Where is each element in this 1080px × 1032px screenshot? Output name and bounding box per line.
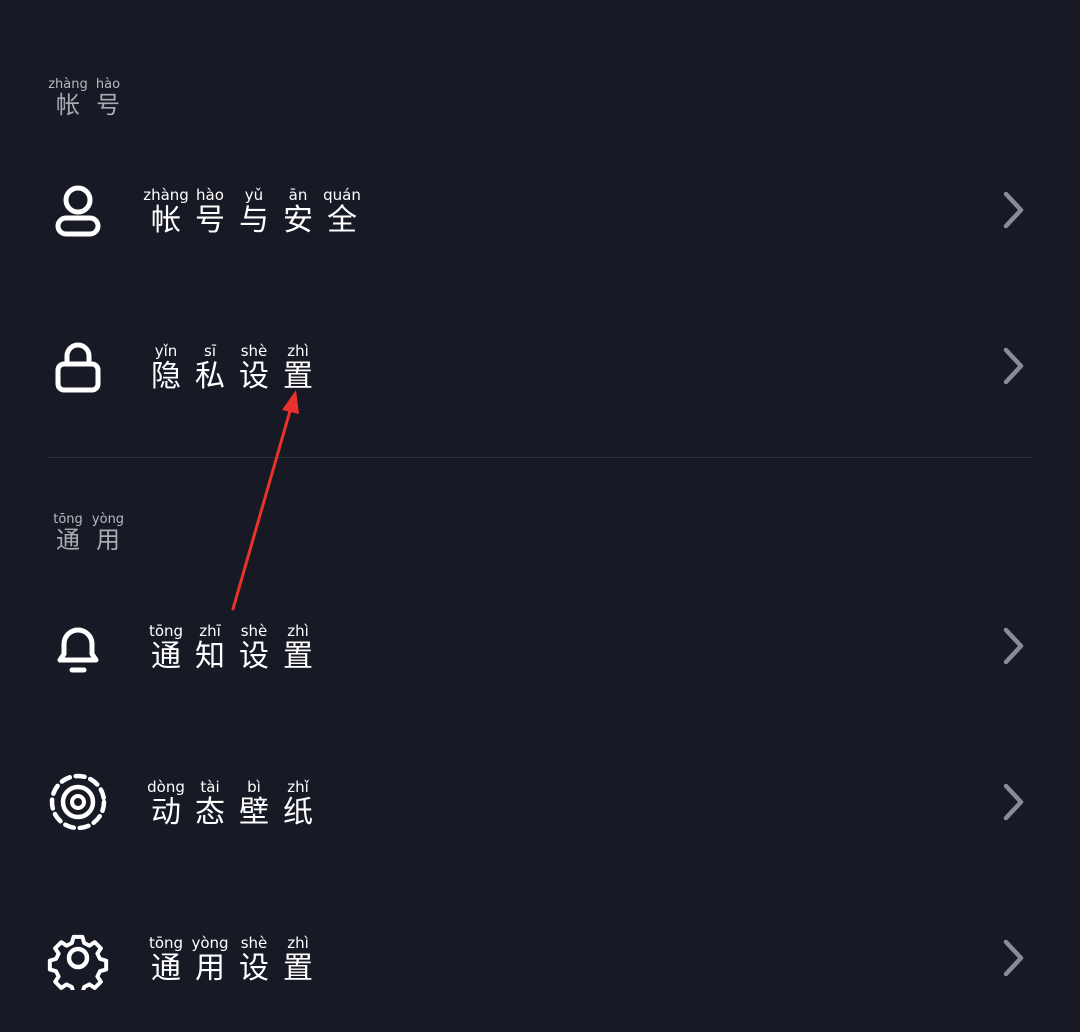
gear-icon [47, 934, 109, 990]
pinyin: tài [200, 778, 220, 796]
chevron-right-icon [1003, 783, 1024, 821]
hanzi: 号 [96, 91, 120, 119]
row-label: tōng 通 zhī 知 shè 设 zhì 置 [144, 624, 320, 672]
hanzi: 通 [151, 951, 181, 986]
hanzi: 设 [239, 359, 269, 394]
hanzi: 知 [195, 639, 225, 674]
ruby-char: hào 号 [188, 188, 232, 236]
pinyin: tōng [148, 934, 184, 952]
row-label: dòng 动 tài 态 bì 壁 zhǐ 纸 [144, 780, 320, 828]
row-label: tōng 通 yòng 用 shè 设 zhì 置 [144, 936, 320, 984]
pinyin: shè [240, 342, 268, 360]
pinyin: hào [95, 77, 121, 92]
ruby-char: zhì 置 [276, 936, 320, 984]
pinyin: bì [247, 778, 261, 796]
ruby-char: zhì 置 [276, 624, 320, 672]
pinyin: quán [323, 186, 361, 204]
section-divider [48, 457, 1032, 458]
hanzi: 动 [151, 795, 181, 830]
hanzi: 纸 [283, 795, 313, 830]
pinyin: yòng [191, 934, 229, 952]
settings-screen: zhàng 帐 hào 号 zhàng 帐 hào 号 yǔ 与 ān 安 quán 全 [0, 0, 1080, 1032]
row-label: yǐn 隐 sī 私 shè 设 zhì 置 [144, 344, 320, 392]
hanzi: 帐 [151, 203, 181, 238]
ruby-char: yòng 用 [88, 513, 128, 552]
chevron-right-icon [1003, 627, 1024, 665]
ruby-char: zhī 知 [188, 624, 232, 672]
hanzi: 与 [239, 203, 269, 238]
person-icon [55, 185, 101, 237]
hanzi: 全 [327, 203, 357, 238]
pinyin: hào [196, 186, 224, 204]
row-label: zhàng 帐 hào 号 yǔ 与 ān 安 quán 全 [143, 186, 364, 238]
pinyin: tōng [148, 622, 184, 640]
hanzi: 号 [195, 203, 225, 238]
pinyin: yǐn [154, 342, 178, 360]
ruby-char: zhàng 帐 [143, 186, 189, 238]
ruby-char: yǔ 与 [232, 188, 276, 236]
ruby-char: yǐn 隐 [144, 344, 188, 392]
hanzi: 安 [283, 203, 313, 238]
hanzi: 通 [151, 639, 181, 674]
bell-icon [57, 627, 99, 673]
ruby-char: tōng 通 [144, 936, 188, 984]
chevron-right-icon [1003, 939, 1024, 977]
settings-row-account-security[interactable]: zhàng 帐 hào 号 yǔ 与 ān 安 quán 全 [0, 150, 1080, 270]
pinyin: tōng [53, 512, 83, 527]
ruby-char: yòng 用 [188, 936, 232, 984]
live-wallpaper-icon [49, 773, 107, 831]
ruby-char: bì 壁 [232, 780, 276, 828]
lock-icon [55, 342, 101, 393]
hanzi: 设 [239, 639, 269, 674]
ruby-char: dòng 动 [144, 780, 188, 828]
chevron-right-icon [1003, 347, 1024, 385]
pinyin: dòng [147, 778, 185, 796]
ruby-char: tōng 通 [144, 624, 188, 672]
ruby-char: tài 态 [188, 780, 232, 828]
pinyin: zhàng [143, 186, 189, 204]
settings-row-privacy[interactable]: yǐn 隐 sī 私 shè 设 zhì 置 [0, 306, 1080, 426]
ruby-char: quán 全 [320, 188, 364, 236]
ruby-char: shè 设 [232, 624, 276, 672]
hanzi: 通 [56, 526, 80, 554]
ruby-char: shè 设 [232, 936, 276, 984]
settings-row-general[interactable]: tōng 通 yòng 用 shè 设 zhì 置 [0, 898, 1080, 1018]
pinyin: zhī [199, 622, 221, 640]
ruby-char: ān 安 [276, 188, 320, 236]
hanzi: 置 [283, 639, 313, 674]
pinyin: zhì [287, 622, 309, 640]
ruby-char: tōng 通 [48, 513, 88, 552]
ruby-char: zhì 置 [276, 344, 320, 392]
pinyin: zhì [287, 934, 309, 952]
pinyin: zhǐ [287, 778, 309, 796]
pinyin: sī [204, 342, 216, 360]
hanzi: 置 [283, 359, 313, 394]
section-header-general: tōng 通 yòng 用 [48, 513, 128, 552]
hanzi: 用 [195, 951, 225, 986]
settings-row-notifications[interactable]: tōng 通 zhī 知 shè 设 zhì 置 [0, 586, 1080, 706]
pinyin: zhàng [48, 77, 88, 92]
ruby-char: hào 号 [88, 78, 128, 117]
hanzi: 设 [239, 951, 269, 986]
hanzi: 隐 [151, 359, 181, 394]
hanzi: 壁 [239, 795, 269, 830]
pinyin: shè [240, 934, 268, 952]
hanzi: 私 [195, 359, 225, 394]
settings-row-live-wallpaper[interactable]: dòng 动 tài 态 bì 壁 zhǐ 纸 [0, 742, 1080, 862]
hanzi: 置 [283, 951, 313, 986]
pinyin: yòng [91, 512, 125, 527]
pinyin: ān [288, 186, 308, 204]
pinyin: zhì [287, 342, 309, 360]
ruby-char: sī 私 [188, 344, 232, 392]
hanzi: 帐 [56, 91, 80, 119]
hanzi: 态 [195, 795, 225, 830]
pinyin: yǔ [244, 186, 264, 204]
ruby-char: zhǐ 纸 [276, 780, 320, 828]
ruby-char: zhàng 帐 [48, 78, 88, 117]
ruby-char: shè 设 [232, 344, 276, 392]
hanzi: 用 [96, 526, 120, 554]
section-header-account: zhàng 帐 hào 号 [48, 78, 128, 117]
chevron-right-icon [1003, 191, 1024, 229]
pinyin: shè [240, 622, 268, 640]
